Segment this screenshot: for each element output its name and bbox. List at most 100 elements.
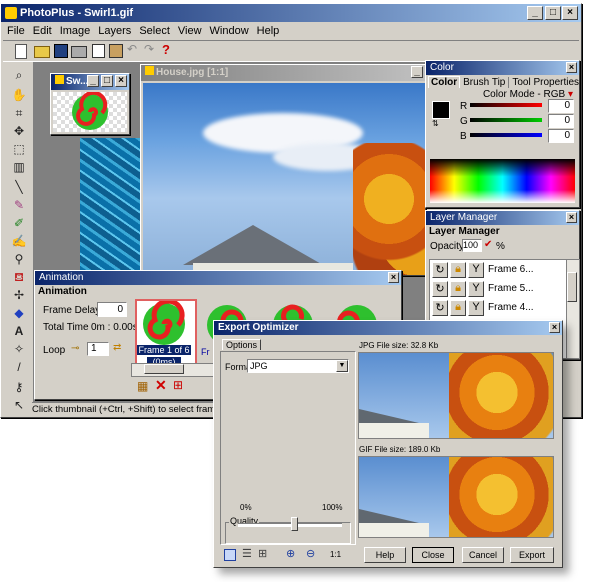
swirl-max-button[interactable]: □ [101, 75, 113, 87]
pointer-tool-icon[interactable]: ↖ [9, 396, 29, 414]
zoom-out-icon[interactable]: ⊖ [306, 547, 315, 560]
quality-slider[interactable] [238, 517, 342, 531]
brush-tool-icon[interactable]: ✎ [9, 196, 29, 214]
link-icon[interactable]: ↻ [432, 300, 448, 316]
color-close-button[interactable]: × [566, 62, 577, 73]
column-tool-icon[interactable]: ▥ [9, 158, 29, 176]
quad-view-icon[interactable]: ⊞ [258, 547, 267, 560]
paste-icon[interactable] [109, 44, 123, 58]
swirl-titlebar[interactable]: Sw... _ □ × [51, 74, 129, 90]
shape-tool-icon[interactable]: ✧ [9, 340, 29, 358]
print-icon[interactable] [71, 46, 87, 58]
swirl-close-button[interactable]: × [115, 75, 127, 87]
tab-layer-manager[interactable]: Layer Manager [429, 226, 500, 237]
blend-icon[interactable]: Y [468, 262, 484, 278]
r-slider[interactable] [470, 103, 542, 107]
maximize-button[interactable]: □ [545, 6, 561, 20]
cancel-button[interactable]: Cancel [462, 547, 504, 563]
doc-window-swirl[interactable]: Sw... _ □ × [50, 73, 130, 135]
layer-scrollbar[interactable] [566, 259, 580, 359]
opacity-field[interactable]: 100 [462, 239, 482, 252]
menu-file[interactable]: File [3, 23, 29, 39]
clone-tool-icon[interactable]: ✍ [9, 232, 29, 250]
loop-field[interactable]: 1 [87, 342, 109, 356]
layer-row[interactable]: ↻ 🔒︎ Y Frame 6... [430, 262, 566, 280]
blend-icon[interactable]: Y [468, 281, 484, 297]
lock-icon[interactable]: 🔒︎ [450, 300, 466, 316]
menu-image[interactable]: Image [56, 23, 95, 39]
swirl-min-button[interactable]: _ [87, 75, 99, 87]
tab-animation[interactable]: Animation [38, 286, 87, 297]
crop-tool-icon[interactable]: ⌗ [9, 104, 29, 122]
minimize-button[interactable]: _ [527, 6, 543, 20]
new-frame-icon[interactable]: ▦ [137, 379, 151, 393]
selection-tool-icon[interactable]: ⬚ [9, 140, 29, 158]
stamp-tool-icon[interactable]: ⚲ [9, 250, 29, 268]
tab-tool-properties[interactable]: Tool Properties [508, 77, 582, 88]
copy-icon[interactable] [92, 44, 105, 58]
link-icon[interactable]: ↻ [432, 262, 448, 278]
link-icon[interactable]: ↻ [432, 281, 448, 297]
straight-line-icon[interactable]: / [9, 358, 29, 376]
r-value[interactable]: 0 [548, 99, 574, 113]
tab-brush-tip[interactable]: Brush Tip [460, 77, 508, 88]
redo-icon[interactable]: ↷ [144, 42, 154, 56]
menu-help[interactable]: Help [253, 23, 284, 39]
help-button[interactable]: Help [364, 547, 406, 563]
delete-frame-icon[interactable]: ✕ [155, 377, 167, 394]
house-titlebar[interactable]: House.jpg [1:1] _ [141, 65, 425, 81]
move-tool-icon[interactable]: ✥ [9, 122, 29, 140]
blend-icon[interactable]: Y [468, 300, 484, 316]
format-select[interactable]: JPG ▼ [247, 359, 349, 373]
menu-view[interactable]: View [174, 23, 206, 39]
pencil-tool-icon[interactable]: ✐ [9, 214, 29, 232]
menu-select[interactable]: Select [135, 23, 174, 39]
undo-icon[interactable]: ↶ [127, 42, 137, 56]
house-min-button[interactable]: _ [411, 66, 423, 78]
animation-close-button[interactable]: × [388, 272, 399, 283]
split-view-icon[interactable]: ☰ [242, 547, 252, 560]
close-dialog-button[interactable]: Close [412, 547, 454, 563]
b-slider[interactable] [470, 133, 542, 137]
checkmark-icon[interactable]: ✔ [484, 239, 492, 250]
layer-close-button[interactable]: × [566, 212, 577, 223]
tween-frame-icon[interactable]: ⊞ [173, 378, 183, 392]
g-value[interactable]: 0 [548, 114, 574, 128]
slider-thumb[interactable] [291, 517, 298, 531]
text-tool-icon[interactable]: A [9, 322, 29, 340]
swap-colors-icon[interactable]: ⇅ [432, 119, 444, 129]
scroll-thumb[interactable] [144, 364, 184, 374]
chevron-down-icon[interactable]: ▼ [336, 360, 348, 372]
export-button[interactable]: Export [510, 547, 554, 563]
lock-icon[interactable]: 🔒︎ [450, 281, 466, 297]
save-icon[interactable] [54, 44, 68, 58]
hand-tool-icon[interactable]: ✋ [9, 86, 29, 104]
single-view-icon[interactable] [224, 549, 236, 561]
export-close-x-button[interactable]: × [549, 322, 560, 333]
tab-color[interactable]: Color [428, 76, 461, 88]
scroll-thumb[interactable] [567, 272, 577, 302]
eyedropper-tool-icon[interactable]: ⚷ [9, 378, 29, 396]
zoom-tool-icon[interactable]: ⌕ [9, 66, 29, 84]
foreground-swatch[interactable] [432, 101, 450, 119]
options-tab[interactable]: Options [222, 339, 262, 350]
doc-window-house[interactable]: House.jpg [1:1] _ [140, 64, 426, 276]
zoom-in-icon[interactable]: ⊕ [286, 547, 295, 560]
line-tool-icon[interactable]: ╲ [9, 178, 29, 196]
new-icon[interactable] [15, 44, 27, 59]
b-value[interactable]: 0 [548, 129, 574, 143]
g-slider[interactable] [470, 118, 542, 122]
close-button[interactable]: × [562, 6, 578, 20]
menu-window[interactable]: Window [206, 23, 253, 39]
layer-row[interactable]: ↻ 🔒︎ Y Frame 4... [430, 300, 566, 318]
bucket-tool-icon[interactable]: ⛾ [9, 268, 29, 286]
menu-layers[interactable]: Layers [94, 23, 135, 39]
help-icon[interactable]: ? [162, 42, 170, 57]
fill-tool-icon[interactable]: ◆ [9, 304, 29, 322]
layer-row[interactable]: ↻ 🔒︎ Y Frame 5... [430, 281, 566, 299]
open-icon[interactable] [34, 46, 50, 58]
spray-tool-icon[interactable]: ✢ [9, 286, 29, 304]
color-spectrum[interactable] [430, 159, 575, 203]
loop-toggle-icon[interactable]: ⇄ [113, 342, 121, 353]
frame-delay-field[interactable]: 0 [97, 302, 127, 317]
